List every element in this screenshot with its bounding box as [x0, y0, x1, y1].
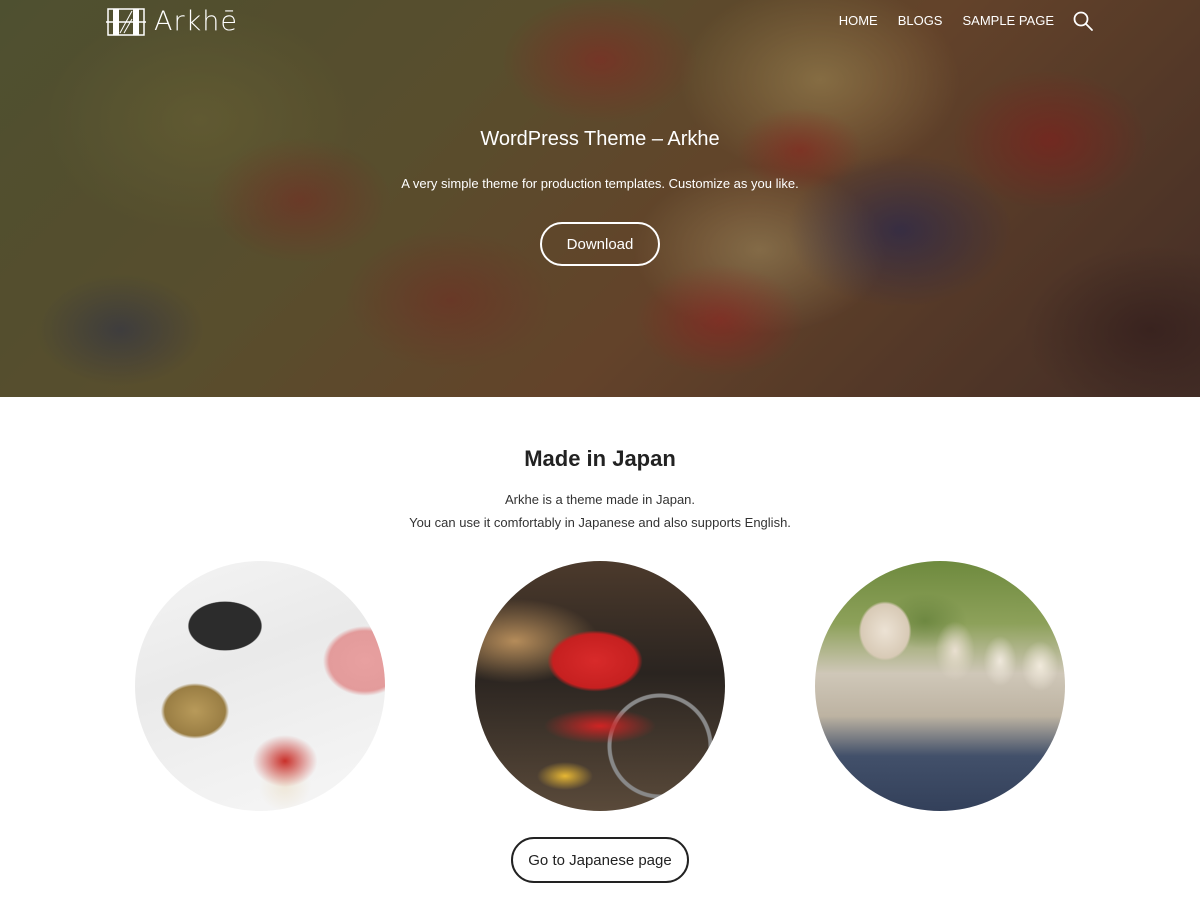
hero-subtitle: A very simple theme for production templ…: [401, 176, 799, 191]
main-nav: HOME BLOGS SAMPLE PAGE: [819, 10, 1094, 32]
nav-home[interactable]: HOME: [839, 10, 878, 32]
circle-image-owls: [815, 561, 1065, 811]
circle-image-craft: [135, 561, 385, 811]
circle-image-rickshaw: [475, 561, 725, 811]
download-button[interactable]: Download: [540, 222, 660, 266]
hero-section: Arkhē HOME BLOGS SAMPLE PAGE WordPress T…: [0, 0, 1200, 397]
section-title: Made in Japan: [524, 446, 676, 471]
japanese-page-button[interactable]: Go to Japanese page: [511, 837, 689, 883]
site-logo[interactable]: Arkhē: [106, 6, 238, 37]
hero-overlay: [0, 0, 1200, 397]
nav-blogs[interactable]: BLOGS: [898, 10, 943, 32]
search-icon[interactable]: [1072, 10, 1094, 32]
nav-sample-page[interactable]: SAMPLE PAGE: [962, 10, 1054, 32]
logo-text: Arkhē: [154, 6, 238, 37]
section-description-line-2: You can use it comfortably in Japanese a…: [409, 515, 791, 530]
hero-title: WordPress Theme – Arkhe: [480, 128, 720, 150]
site-header: Arkhē HOME BLOGS SAMPLE PAGE: [0, 0, 1200, 44]
section-description-line-1: Arkhe is a theme made in Japan.: [504, 492, 696, 507]
logo-mark-icon: [106, 7, 146, 36]
